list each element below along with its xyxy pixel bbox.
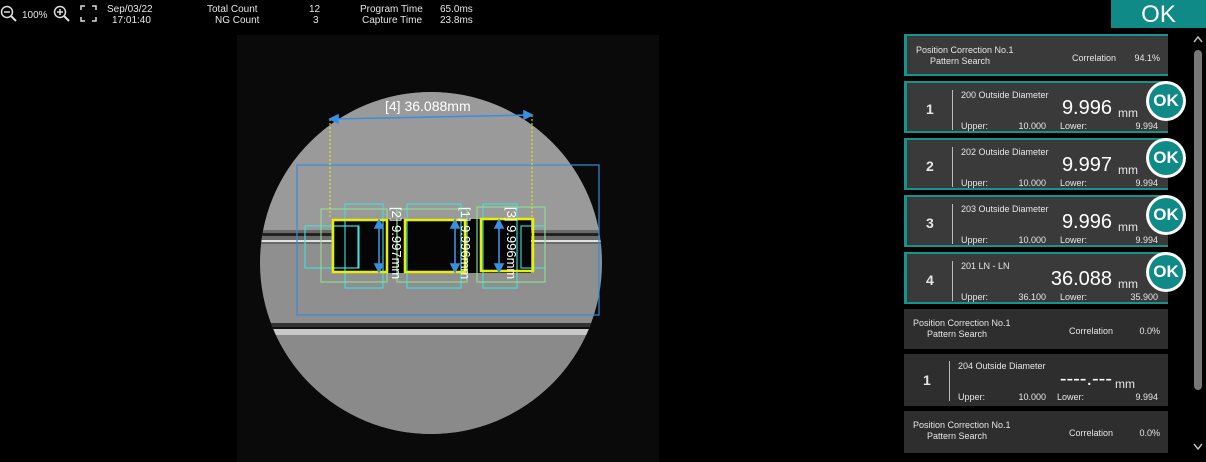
correlation-label: Correlation bbox=[1069, 428, 1114, 438]
pc-title: Position Correction No.1 bbox=[913, 318, 1011, 328]
measurement-name: 203 Outside Diameter bbox=[961, 204, 1049, 214]
measurement-unit: mm bbox=[1118, 106, 1138, 120]
ok-badge-2: OK bbox=[1146, 138, 1186, 178]
lower-label: Lower: bbox=[1060, 292, 1088, 302]
ok-badge-text: OK bbox=[1149, 84, 1183, 118]
date-text: Sep/03/22 bbox=[107, 4, 153, 15]
position-correction-card[interactable]: Position Correction No.1 Pattern Search … bbox=[904, 34, 1168, 76]
program-time-label: Program Time bbox=[360, 4, 423, 15]
correlation-value: 0.0% bbox=[1139, 428, 1160, 438]
measurement-name: 201 LN - LN bbox=[961, 261, 1010, 271]
program-time-value: 65.0ms bbox=[440, 4, 473, 15]
divider bbox=[952, 147, 953, 187]
ng-count-value: 3 bbox=[313, 15, 319, 26]
annotation-1: [1] 9.996mm bbox=[458, 207, 473, 279]
position-correction-card[interactable]: Position Correction No.1 Pattern Search … bbox=[904, 411, 1168, 453]
measurement-name: 202 Outside Diameter bbox=[961, 147, 1049, 157]
measurement-value: 9.996 bbox=[1061, 97, 1112, 119]
correlation-label: Correlation bbox=[1069, 326, 1114, 336]
measurement-number: 4 bbox=[926, 272, 934, 288]
scrollbar-thumb[interactable] bbox=[1194, 50, 1202, 390]
zoom-in-icon[interactable] bbox=[53, 5, 71, 23]
lower-label: Lower: bbox=[1057, 392, 1085, 402]
ok-badge-1: OK bbox=[1146, 81, 1186, 121]
measurement-unit: mm bbox=[1118, 277, 1138, 291]
correlation-label: Correlation bbox=[1072, 53, 1117, 63]
measurement-unit: mm bbox=[1115, 377, 1135, 391]
pc-title: Position Correction No.1 bbox=[913, 420, 1011, 430]
measurement-card-3[interactable]: 3 203 Outside Diameter 9.996 mm Upper: 1… bbox=[904, 195, 1168, 247]
ok-badge-text: OK bbox=[1149, 141, 1183, 175]
scroll-down-icon[interactable] bbox=[1192, 442, 1204, 454]
ok-badge-3: OK bbox=[1146, 195, 1186, 235]
capture-time-label: Capture Time bbox=[362, 15, 423, 26]
measurement-value: 9.997 bbox=[1061, 154, 1112, 176]
pc-sub: Pattern Search bbox=[927, 431, 988, 441]
upper-value: 10.000 bbox=[1018, 235, 1046, 245]
inspection-image-viewer[interactable]: [4] 36.088mm [2] 9.997mm [1] 9.996mm [3]… bbox=[237, 35, 659, 462]
measurement-value: ----.--- bbox=[1059, 368, 1112, 390]
ng-count-label: NG Count bbox=[215, 15, 260, 26]
measurement-card-4[interactable]: 4 201 LN - LN 36.088 mm Upper: 36.100 Lo… bbox=[904, 252, 1168, 304]
annotation-4: [4] 36.088mm bbox=[385, 98, 471, 114]
upper-value: 36.100 bbox=[1018, 292, 1046, 302]
measurement-name: 204 Outside Diameter bbox=[958, 361, 1046, 371]
lower-value: 35.900 bbox=[1130, 292, 1158, 302]
annotation-3: [3] 9.996mm bbox=[504, 207, 519, 279]
divider bbox=[952, 261, 953, 301]
ok-badge-text: OK bbox=[1149, 255, 1183, 289]
lower-label: Lower: bbox=[1060, 121, 1088, 131]
correlation-value: 94.1% bbox=[1134, 53, 1160, 63]
total-count-label: Total Count bbox=[207, 4, 258, 15]
upper-value: 10.000 bbox=[1018, 121, 1046, 131]
upper-value: 10.000 bbox=[1018, 178, 1046, 188]
pc-sub: Pattern Search bbox=[927, 329, 988, 339]
measurement-unit: mm bbox=[1118, 220, 1138, 234]
ok-badge-4: OK bbox=[1146, 252, 1186, 292]
zoom-level: 100% bbox=[22, 10, 48, 21]
measurement-card-5[interactable]: 1 204 Outside Diameter ----.--- mm Upper… bbox=[904, 354, 1168, 406]
measurement-number: 3 bbox=[926, 215, 934, 231]
annotation-2: [2] 9.997mm bbox=[389, 207, 404, 279]
measurement-unit: mm bbox=[1118, 163, 1138, 177]
zoom-out-icon[interactable] bbox=[0, 5, 18, 23]
total-count-value: 12 bbox=[309, 4, 321, 15]
measurement-card-2[interactable]: 2 202 Outside Diameter 9.997 mm Upper: 1… bbox=[904, 138, 1168, 190]
scroll-up-icon[interactable] bbox=[1192, 34, 1204, 46]
upper-label: Upper: bbox=[961, 235, 989, 245]
upper-value: 10.000 bbox=[1018, 392, 1046, 402]
measurement-value: 36.088 bbox=[1050, 268, 1112, 290]
correlation-value: 0.0% bbox=[1139, 326, 1160, 336]
fit-screen-icon[interactable] bbox=[80, 5, 97, 22]
lower-label: Lower: bbox=[1060, 235, 1088, 245]
measurement-number: 1 bbox=[926, 101, 934, 117]
lower-value: 9.994 bbox=[1135, 392, 1158, 402]
inspection-image: [4] 36.088mm [2] 9.997mm [1] 9.996mm [3]… bbox=[260, 92, 602, 434]
lower-value: 9.994 bbox=[1135, 178, 1158, 188]
divider bbox=[952, 90, 953, 130]
upper-label: Upper: bbox=[961, 121, 989, 131]
position-correction-card[interactable]: Position Correction No.1 Pattern Search … bbox=[904, 309, 1168, 349]
divider bbox=[952, 204, 953, 244]
pc-title: Position Correction No.1 bbox=[916, 45, 1014, 55]
upper-label: Upper: bbox=[958, 392, 986, 402]
ok-badge-text: OK bbox=[1149, 198, 1183, 232]
measurement-number: 2 bbox=[926, 158, 934, 174]
upper-label: Upper: bbox=[961, 292, 989, 302]
divider bbox=[949, 361, 950, 401]
capture-time-value: 23.8ms bbox=[440, 15, 473, 26]
lower-label: Lower: bbox=[1060, 178, 1088, 188]
lower-value: 9.994 bbox=[1135, 121, 1158, 131]
measurement-number: 1 bbox=[923, 372, 931, 388]
measurement-card-1[interactable]: 1 200 Outside Diameter 9.996 mm Upper: 1… bbox=[904, 81, 1168, 133]
lower-value: 9.994 bbox=[1135, 235, 1158, 245]
time-text: 17:01:40 bbox=[112, 15, 151, 26]
measurement-name: 200 Outside Diameter bbox=[961, 90, 1049, 100]
overall-result-badge: OK bbox=[1111, 0, 1206, 28]
measurement-value: 9.996 bbox=[1061, 211, 1112, 233]
upper-label: Upper: bbox=[961, 178, 989, 188]
pc-sub: Pattern Search bbox=[930, 56, 991, 66]
